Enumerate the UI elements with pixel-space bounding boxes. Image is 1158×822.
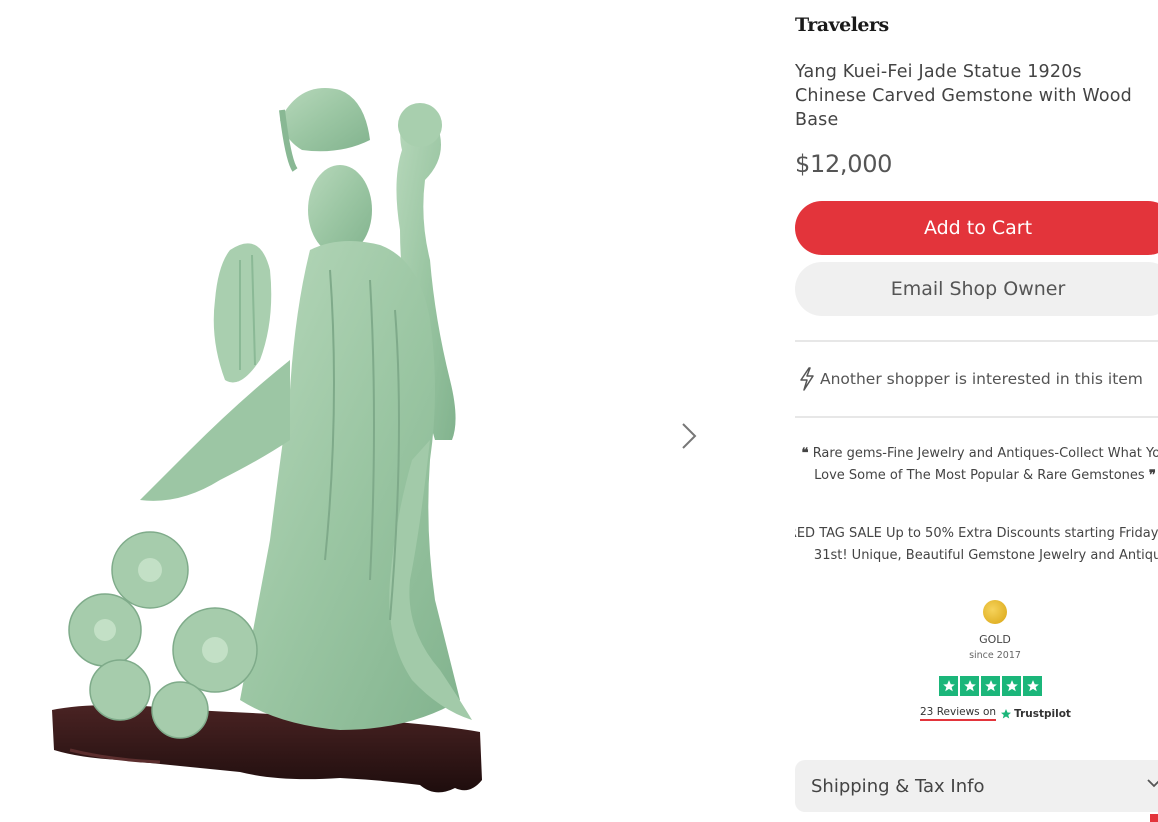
email-shop-owner-button[interactable]: Email Shop Owner	[795, 262, 1158, 316]
divider	[795, 340, 1158, 342]
reviews-count-text[interactable]: 23 Reviews on	[920, 706, 997, 721]
scroll-indicator	[1150, 814, 1158, 822]
jade-statue-illustration	[52, 88, 482, 793]
trustpilot-rating[interactable]	[939, 676, 1042, 696]
divider	[795, 416, 1158, 418]
star-icon	[981, 676, 1000, 696]
shopper-interest-text: Another shopper is interested in this it…	[820, 370, 1143, 388]
shop-tagline-text: Rare gems-Fine Jewelry and Antiques-Coll…	[812, 446, 1158, 483]
lightning-icon	[800, 367, 814, 391]
star-icon	[1023, 676, 1042, 696]
next-image-button[interactable]	[672, 416, 706, 456]
star-icon	[939, 676, 958, 696]
trustpilot-reviews-link[interactable]: 23 Reviews on Trustpilot	[920, 706, 1071, 721]
star-icon	[960, 676, 979, 696]
product-details-panel: Travelers Yang Kuei-Fei Jade Statue 1920…	[795, 0, 1158, 822]
badge-since: since 2017	[969, 650, 1021, 661]
chevron-right-icon	[682, 423, 697, 449]
shipping-tax-info-accordion[interactable]: Shipping & Tax Info	[795, 760, 1158, 812]
close-quote-icon: ❞	[1148, 468, 1156, 483]
add-to-cart-button[interactable]: Add to Cart	[795, 201, 1158, 255]
badge-level: GOLD	[979, 633, 1011, 646]
trustpilot-star-icon	[1001, 708, 1012, 718]
product-title: Yang Kuei-Fei Jade Statue 1920s Chinese …	[795, 62, 1132, 130]
sale-announcement: RED TAG SALE Up to 50% Extra Discounts s…	[795, 526, 1158, 563]
open-quote-icon: ❝	[801, 446, 809, 461]
trustpilot-brand: Trustpilot	[1014, 707, 1071, 720]
shop-name[interactable]: Travelers	[795, 14, 889, 36]
star-icon	[1002, 676, 1021, 696]
gold-seller-badge: GOLD since 2017	[950, 600, 1040, 661]
product-price: $12,000	[795, 150, 893, 178]
shipping-tax-info-label: Shipping & Tax Info	[811, 775, 985, 797]
shopper-interest-notice: Another shopper is interested in this it…	[797, 367, 1143, 391]
shop-tagline: ❝ Rare gems-Fine Jewelry and Antiques-Co…	[795, 443, 1158, 487]
product-image[interactable]	[40, 60, 510, 810]
chevron-down-icon	[1147, 779, 1158, 788]
medal-icon	[983, 600, 1007, 624]
